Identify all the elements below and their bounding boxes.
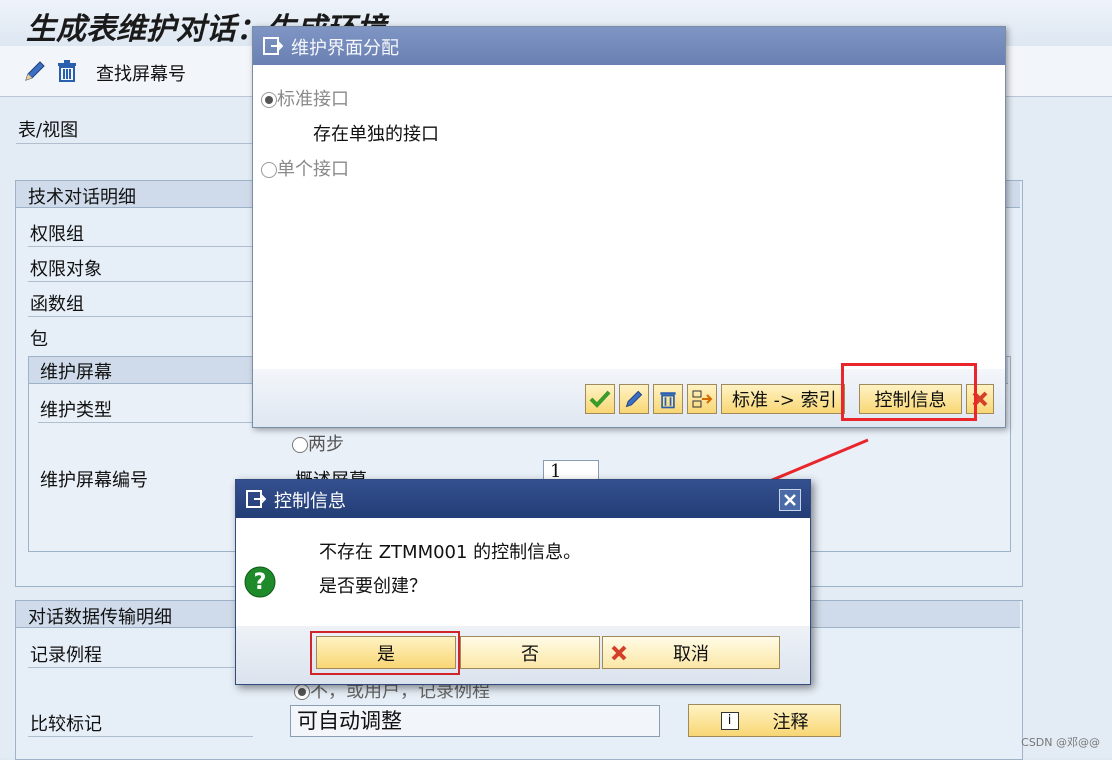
- standard-interface-radio[interactable]: 标准接口: [261, 85, 349, 111]
- divider: [28, 246, 253, 247]
- maint-interface-dialog-title: 维护界面分配: [291, 38, 399, 59]
- no-button-label: 否: [521, 643, 539, 665]
- separate-interface-note: 存在单独的接口: [313, 124, 439, 145]
- divider: [28, 281, 253, 282]
- auth-group-label: 权限组: [30, 224, 84, 245]
- note-button[interactable]: i 注释: [688, 704, 841, 737]
- note-button-label: 注释: [772, 711, 809, 733]
- trash-icon[interactable]: [54, 58, 80, 84]
- control-info-dialog-header: 控制信息: [236, 480, 810, 518]
- no-button[interactable]: 否: [460, 636, 600, 669]
- standard-to-index-label: 标准 -> 索引: [732, 390, 837, 411]
- edit-pencil-icon[interactable]: [619, 384, 649, 414]
- check-icon[interactable]: [585, 384, 615, 414]
- cancel-button[interactable]: 取消: [602, 636, 780, 669]
- divider: [28, 316, 253, 317]
- dialog-window-icon: [263, 36, 284, 61]
- screen-no-label: 维护屏幕编号: [40, 470, 148, 491]
- maint-screen-title: 维护屏幕: [40, 362, 112, 383]
- control-info-message-1: 不存在 ZTMM001 的控制信息。: [319, 542, 582, 563]
- yes-button-label: 是: [377, 643, 395, 665]
- single-interface-label: 单个接口: [277, 159, 349, 180]
- record-routine-label: 记录例程: [30, 645, 102, 666]
- svg-text:?: ?: [254, 570, 267, 595]
- divider: [16, 143, 256, 144]
- two-step-radio[interactable]: 两步: [292, 430, 344, 456]
- dialog-window-icon: [246, 489, 267, 514]
- transfer-details-title: 对话数据传输明细: [28, 607, 172, 628]
- auth-object-label: 权限对象: [30, 259, 102, 280]
- find-screen-button[interactable]: 查找屏幕号: [96, 60, 186, 86]
- compare-flag-label: 比较标记: [30, 714, 102, 735]
- divider: [28, 736, 253, 737]
- single-interface-radio[interactable]: 单个接口: [261, 155, 349, 181]
- pencil-icon[interactable]: [22, 58, 48, 84]
- watermark: CSDN @邓@@: [1021, 736, 1100, 749]
- yes-button[interactable]: 是: [316, 636, 456, 669]
- standard-interface-label: 标准接口: [277, 89, 349, 110]
- cancel-icon: [611, 645, 627, 661]
- delete-trash-icon[interactable]: [653, 384, 683, 414]
- maint-type-label: 维护类型: [40, 400, 112, 421]
- package-label: 包: [30, 329, 48, 350]
- standard-to-index-button[interactable]: 标准 -> 索引: [721, 384, 845, 414]
- maint-interface-dialog-header: 维护界面分配: [253, 27, 1005, 65]
- two-step-label: 两步: [308, 434, 344, 455]
- transport-arrow-icon[interactable]: [687, 384, 717, 414]
- control-info-dialog: 控制信息 ? 不存在 ZTMM001 的控制信息。 是否要创建？ 是 否 取消: [235, 479, 811, 685]
- function-group-label: 函数组: [30, 294, 84, 315]
- close-icon[interactable]: [779, 489, 801, 511]
- control-info-message-2: 是否要创建？: [319, 576, 427, 597]
- divider: [28, 667, 253, 668]
- control-info-dialog-title: 控制信息: [274, 491, 346, 512]
- question-icon: ?: [244, 566, 276, 603]
- divider: [38, 422, 253, 423]
- tech-details-title: 技术对话明细: [28, 187, 136, 208]
- info-icon: i: [720, 711, 739, 730]
- compare-flag-field[interactable]: 可自动调整: [290, 705, 660, 737]
- cancel-button-label: 取消: [673, 643, 709, 665]
- highlight-box: [841, 363, 977, 421]
- table-view-label: 表/视图: [18, 120, 79, 141]
